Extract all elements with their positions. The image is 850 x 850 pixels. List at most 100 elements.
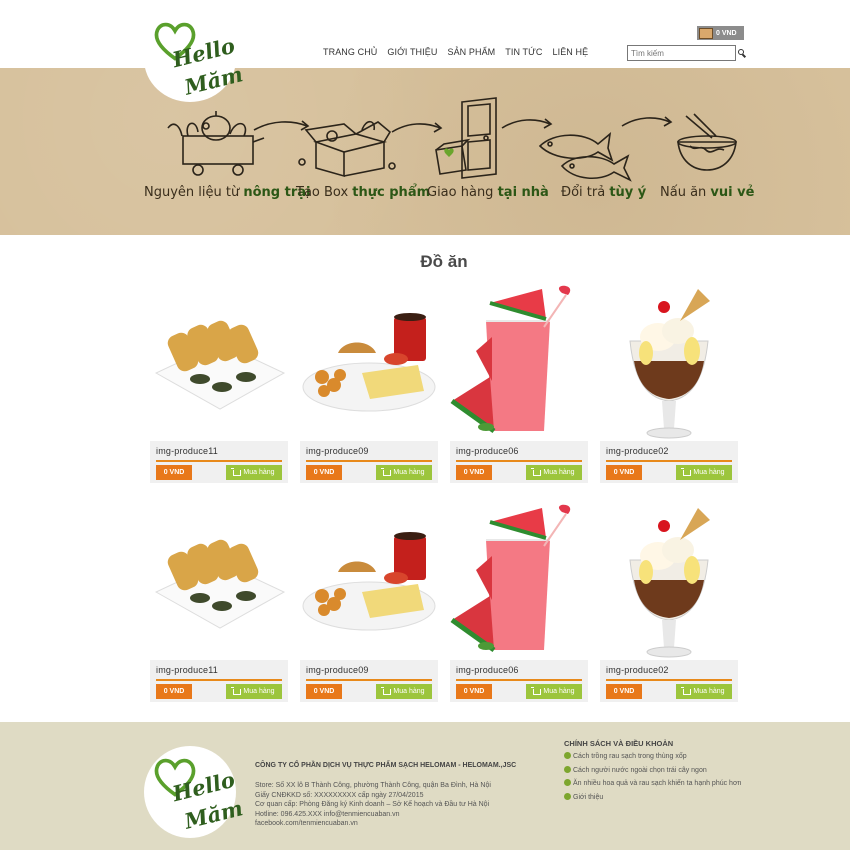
step-label-delivery-bold: tại nhà: [497, 185, 549, 200]
product-name[interactable]: img-produce02: [606, 446, 669, 456]
price-badge: 0 VND: [306, 684, 342, 699]
policy-link-label: Cách người nước ngoài chọn trái cây ngon: [573, 766, 707, 774]
buy-button-label: Mua hàng: [693, 469, 725, 476]
product-divider: [156, 460, 282, 462]
cart-box-icon: [699, 27, 713, 39]
buy-button[interactable]: Mua hàng: [376, 465, 432, 480]
product-card[interactable]: img-produce11 0 VND Mua hàng: [150, 500, 288, 702]
company-facebook[interactable]: facebook.com/tenmiencuaban.vn: [255, 819, 491, 829]
product-image[interactable]: [150, 500, 288, 660]
product-divider: [156, 679, 282, 681]
product-name[interactable]: img-produce06: [456, 665, 519, 675]
buy-button[interactable]: Mua hàng: [376, 684, 432, 699]
cart-icon: [531, 467, 542, 476]
product-card[interactable]: img-produce06 0 VND Mua hàng: [450, 500, 588, 702]
step-label-farm-pre: Nguyên liệu từ: [144, 185, 244, 200]
product-name[interactable]: img-produce09: [306, 665, 369, 675]
search-icon[interactable]: [737, 47, 745, 59]
product-info: img-produce06 0 VND Mua hàng: [450, 660, 588, 702]
buy-button-label: Mua hàng: [243, 469, 275, 476]
buy-button-label: Mua hàng: [243, 688, 275, 695]
step-label-delivery: Giao hàng tại nhà: [427, 185, 549, 200]
process-banner: Nguyên liệu từ nông trại Tạo Box thực ph…: [0, 68, 850, 235]
company-name: CÔNG TY CỔ PHẦN DỊCH VỤ THỰC PHẨM SẠCH H…: [255, 762, 517, 769]
buy-button[interactable]: Mua hàng: [226, 684, 282, 699]
product-card[interactable]: img-produce06 0 VND Mua hàng: [450, 281, 588, 483]
product-divider: [306, 679, 432, 681]
product-image[interactable]: [450, 500, 588, 660]
step-label-box-pre: Tạo Box: [296, 185, 353, 200]
product-image[interactable]: [300, 281, 438, 441]
product-image[interactable]: [300, 500, 438, 660]
product-name[interactable]: img-produce06: [456, 446, 519, 456]
cart-icon: [681, 686, 692, 695]
product-image[interactable]: [150, 281, 288, 441]
product-divider: [456, 679, 582, 681]
company-license: Giấy CNĐKKD số: XXXXXXXXX cấp ngày 27/04…: [255, 791, 424, 799]
product-info: img-produce11 0 VND Mua hàng: [150, 441, 288, 483]
company-info: Store: Số XX lô B Thành Công, phường Thà…: [255, 781, 491, 829]
step-label-cook: Nấu ăn vui vẻ: [660, 185, 754, 200]
buy-button-label: Mua hàng: [543, 688, 575, 695]
product-image[interactable]: [450, 281, 588, 441]
product-card[interactable]: img-produce11 0 VND Mua hàng: [150, 281, 288, 483]
product-image[interactable]: [600, 500, 738, 660]
cart-total: 0 VND: [716, 29, 737, 37]
nav-item-news[interactable]: Tin tức: [500, 47, 547, 57]
product-divider: [306, 460, 432, 462]
nav-item-about[interactable]: Giới thiệu: [382, 47, 442, 57]
site-footer: Hello Măm CÔNG TY CỔ PHẦN DỊCH VỤ THỰC P…: [0, 722, 850, 850]
leaf-bullet-icon: [564, 779, 571, 786]
product-info: img-produce09 0 VND Mua hàng: [300, 660, 438, 702]
buy-button[interactable]: Mua hàng: [676, 465, 732, 480]
buy-button[interactable]: Mua hàng: [226, 465, 282, 480]
policy-link[interactable]: Giới thiệu: [564, 792, 744, 804]
product-name[interactable]: img-produce11: [156, 665, 218, 675]
buy-button[interactable]: Mua hàng: [676, 684, 732, 699]
company-address: Store: Số XX lô B Thành Công, phường Thà…: [255, 782, 491, 789]
arrow-icon: [621, 116, 673, 127]
nav-item-contact[interactable]: Liên hệ: [548, 47, 594, 57]
product-info: img-produce02 0 VND Mua hàng: [600, 660, 738, 702]
nav-item-products[interactable]: Sản phẩm: [442, 47, 500, 57]
product-name[interactable]: img-produce02: [606, 665, 669, 675]
price-badge: 0 VND: [306, 465, 342, 480]
step-label-box-bold: thực phẩm: [352, 185, 431, 200]
price-badge: 0 VND: [156, 684, 192, 699]
buy-button[interactable]: Mua hàng: [526, 465, 582, 480]
policy-title: CHÍNH SÁCH VÀ ĐIỀU KHOẢN: [564, 739, 674, 748]
policy-link[interactable]: Ăn nhiều hoa quả và rau sạch khiến ta hạ…: [564, 779, 744, 790]
nav-item-home[interactable]: Trang chủ: [318, 47, 382, 57]
cart-icon: [381, 686, 392, 695]
product-image[interactable]: [600, 281, 738, 441]
product-name[interactable]: img-produce11: [156, 446, 218, 456]
product-divider: [606, 460, 732, 462]
site-header: Hello Măm Trang chủ Giới thiệu Sản phẩm …: [0, 0, 850, 102]
cart-button[interactable]: 0 VND: [697, 26, 744, 40]
buy-button[interactable]: Mua hàng: [526, 684, 582, 699]
search-input[interactable]: [627, 45, 736, 61]
product-info: img-produce11 0 VND Mua hàng: [150, 660, 288, 702]
leaf-bullet-icon: [564, 765, 571, 773]
price-badge: 0 VND: [606, 684, 642, 699]
product-name[interactable]: img-produce09: [306, 446, 369, 456]
product-card[interactable]: img-produce02 0 VND Mua hàng: [600, 500, 738, 702]
site-logo[interactable]: Hello Măm: [144, 16, 245, 102]
price-badge: 0 VND: [456, 684, 492, 699]
product-card[interactable]: img-produce09 0 VND Mua hàng: [300, 281, 438, 483]
step-label-cook-pre: Nấu ăn: [660, 185, 711, 200]
step-label-return-bold: tùy ý: [609, 185, 647, 200]
product-info: img-produce06 0 VND Mua hàng: [450, 441, 588, 483]
price-badge: 0 VND: [156, 465, 192, 480]
main-nav: Trang chủ Giới thiệu Sản phẩm Tin tức Li…: [318, 47, 593, 57]
step-label-box: Tạo Box thực phẩm: [296, 185, 430, 200]
product-card[interactable]: img-produce09 0 VND Mua hàng: [300, 500, 438, 702]
policy-link[interactable]: Cách trồng rau sạch trong thùng xốp: [564, 752, 744, 763]
fish-icon: [538, 132, 632, 182]
policy-link[interactable]: Cách người nước ngoài chọn trái cây ngon: [564, 765, 744, 777]
product-card[interactable]: img-produce02 0 VND Mua hàng: [600, 281, 738, 483]
footer-logo[interactable]: Hello Măm: [144, 746, 245, 838]
step-label-cook-bold: vui vẻ: [710, 185, 755, 200]
cart-icon: [531, 686, 542, 695]
price-badge: 0 VND: [606, 465, 642, 480]
